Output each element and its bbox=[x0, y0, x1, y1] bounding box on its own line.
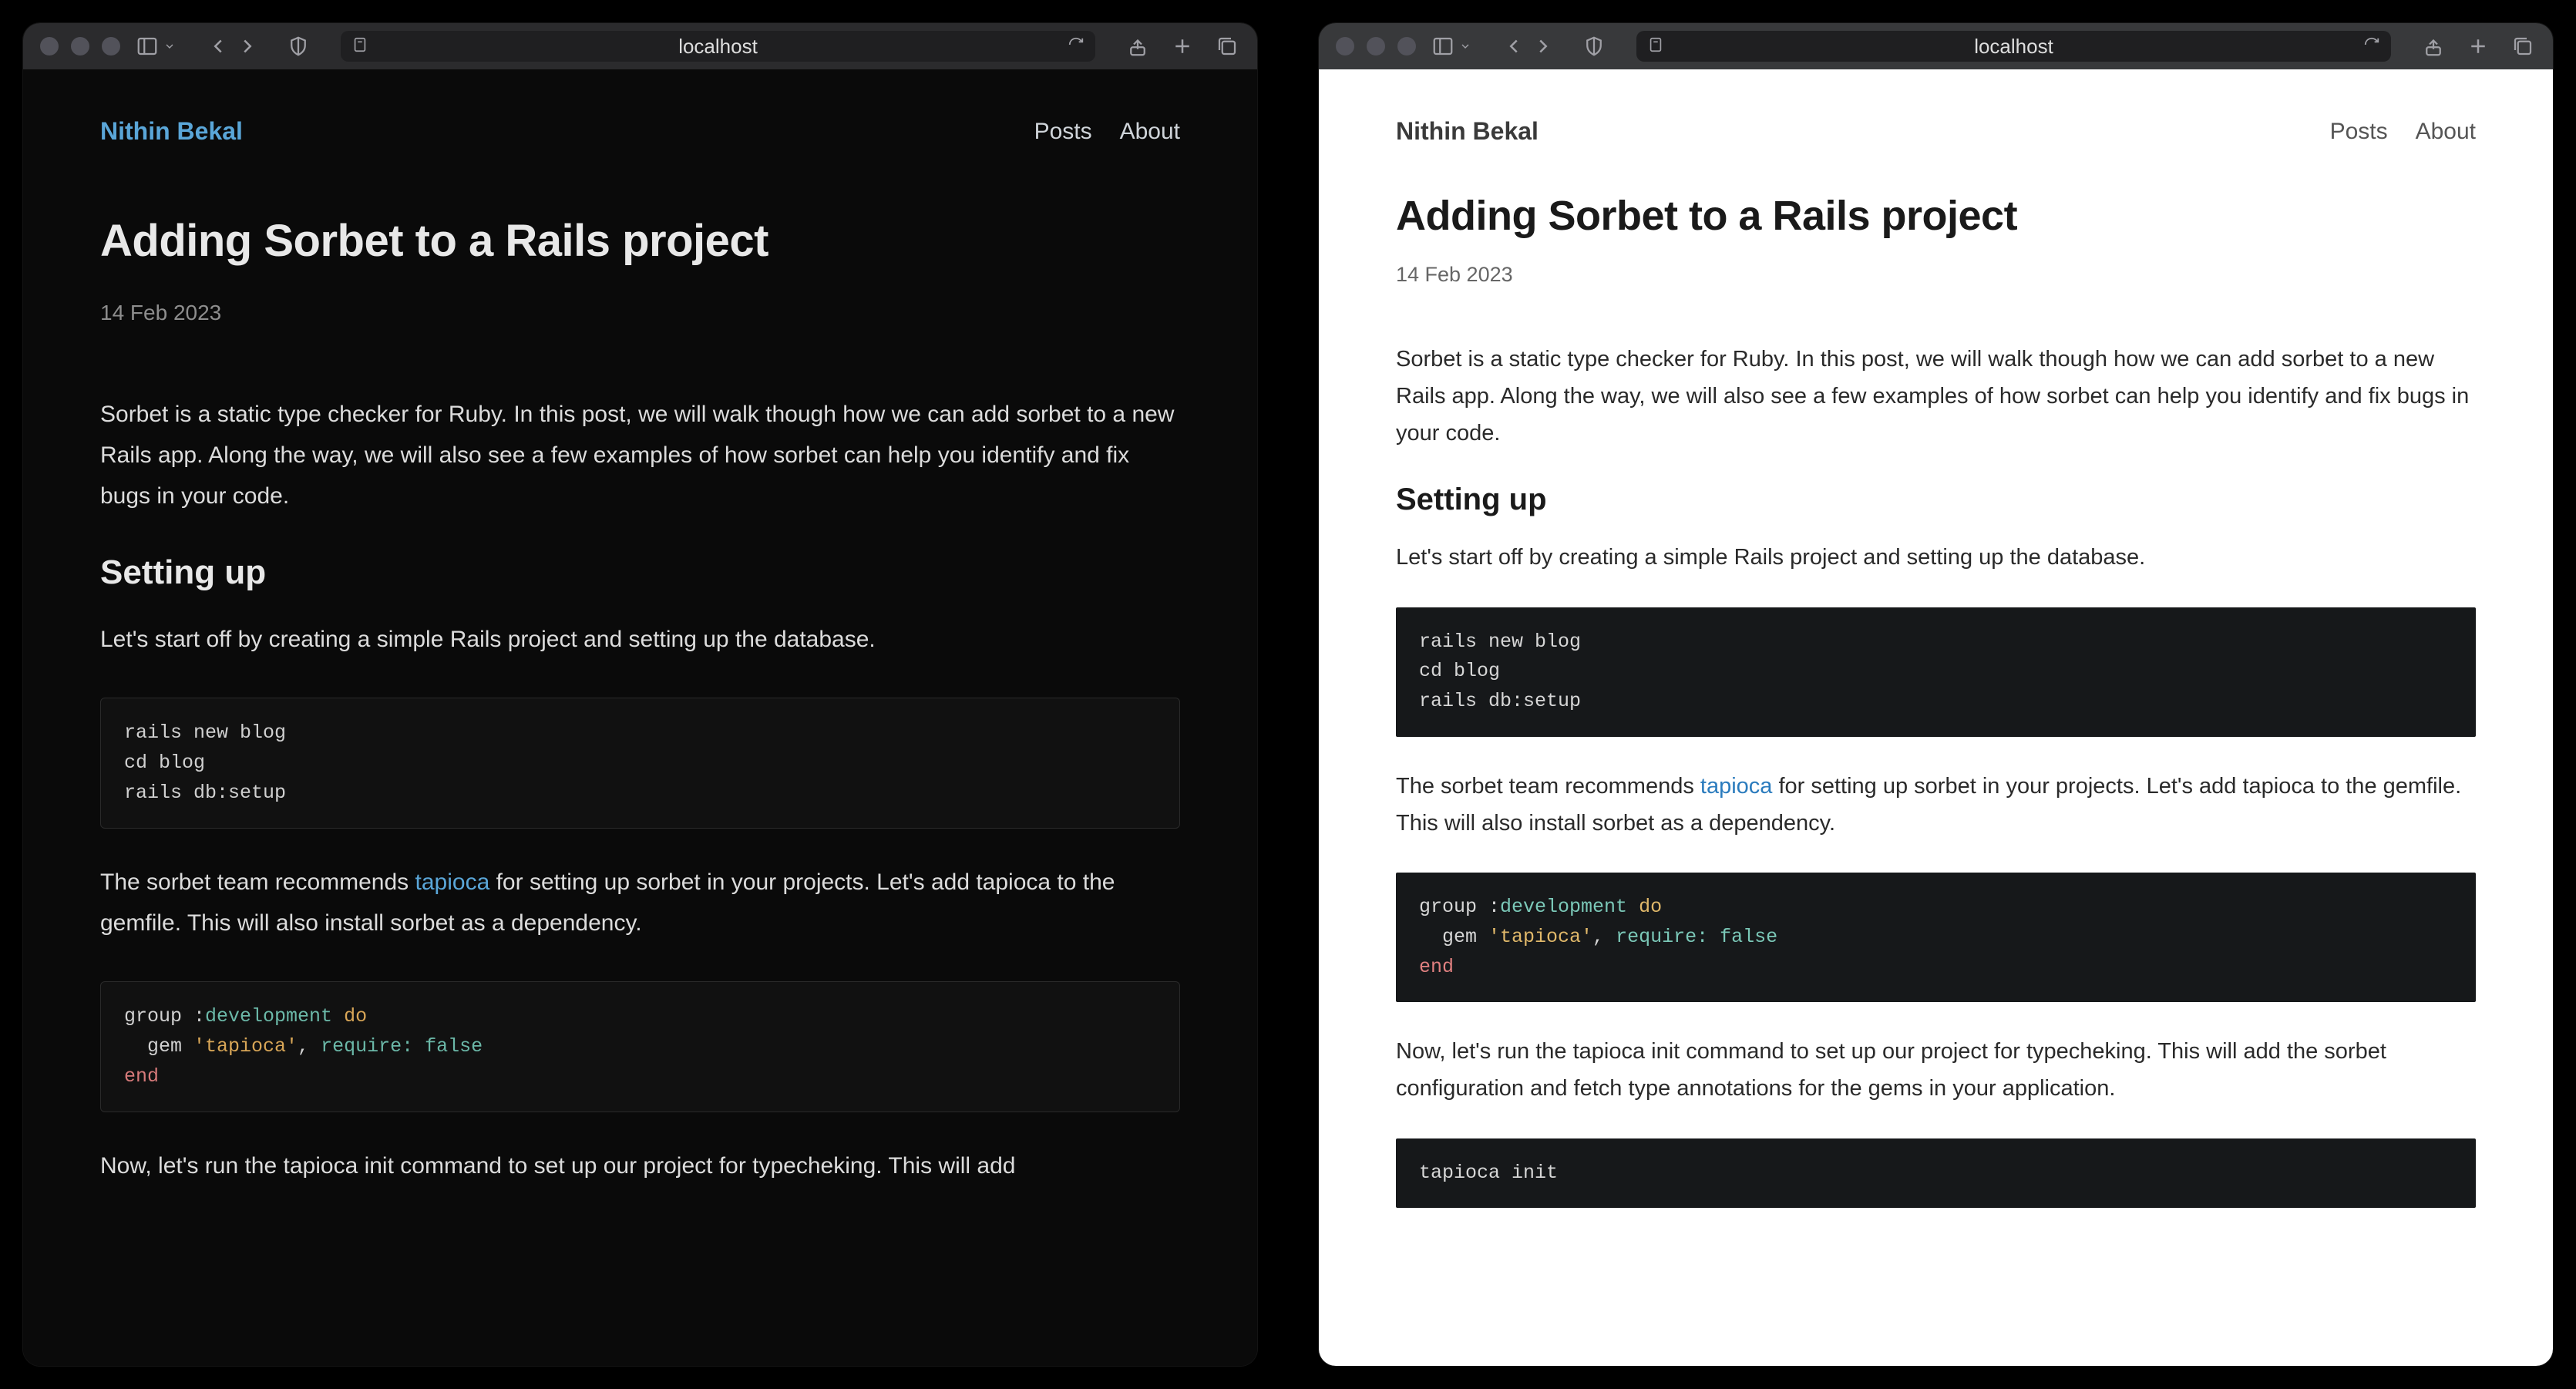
site-settings-icon[interactable] bbox=[351, 36, 368, 57]
nav-about[interactable]: About bbox=[2416, 119, 2476, 145]
shield-icon[interactable] bbox=[285, 33, 311, 59]
share-icon[interactable] bbox=[2420, 33, 2447, 59]
post-date: 14 Feb 2023 bbox=[1396, 263, 2476, 287]
tapioca-paragraph: The sorbet team recommends tapioca for s… bbox=[100, 863, 1180, 944]
page-content: Nithin Bekal Posts About Adding Sorbet t… bbox=[1319, 69, 2553, 1366]
tapioca-link[interactable]: tapioca bbox=[415, 869, 490, 895]
sidebar-dropdown-icon[interactable] bbox=[1459, 40, 1471, 52]
sidebar-dropdown-icon[interactable] bbox=[163, 40, 176, 52]
traffic-lights bbox=[40, 37, 120, 55]
nav-posts[interactable]: Posts bbox=[1034, 119, 1092, 145]
nav-posts[interactable]: Posts bbox=[2330, 119, 2388, 145]
url-text: localhost bbox=[376, 35, 1060, 59]
reload-icon[interactable] bbox=[1068, 36, 1085, 57]
sidebar-toggle-icon[interactable] bbox=[134, 33, 160, 59]
back-icon[interactable] bbox=[205, 33, 231, 59]
reload-icon[interactable] bbox=[2363, 36, 2380, 57]
titlebar: localhost bbox=[23, 23, 1257, 69]
traffic-minimize[interactable] bbox=[1367, 37, 1385, 55]
post-date: 14 Feb 2023 bbox=[100, 301, 1180, 325]
code-block-gemfile: group :development do gem 'tapioca', req… bbox=[100, 981, 1180, 1112]
code-block-gemfile: group :development do gem 'tapioca', req… bbox=[1396, 873, 2476, 1002]
shield-icon[interactable] bbox=[1581, 33, 1607, 59]
back-icon[interactable] bbox=[1501, 33, 1527, 59]
heading-setting-up: Setting up bbox=[1396, 483, 2476, 517]
share-icon[interactable] bbox=[1125, 33, 1151, 59]
site-nav: Nithin Bekal Posts About bbox=[1396, 117, 2476, 146]
address-bar[interactable]: localhost bbox=[1636, 31, 2391, 62]
address-bar[interactable]: localhost bbox=[341, 31, 1095, 62]
traffic-minimize[interactable] bbox=[71, 37, 89, 55]
forward-icon[interactable] bbox=[1530, 33, 1556, 59]
tapioca-link[interactable]: tapioca bbox=[1700, 774, 1773, 799]
traffic-zoom[interactable] bbox=[1397, 37, 1416, 55]
intro-paragraph: Sorbet is a static type checker for Ruby… bbox=[1396, 341, 2476, 452]
browser-window-light: localhost Nithin Bekal Posts About bbox=[1319, 23, 2553, 1366]
heading-setting-up: Setting up bbox=[100, 553, 1180, 592]
code-block-tapioca-init: tapioca init bbox=[1396, 1138, 2476, 1209]
brand-link[interactable]: Nithin Bekal bbox=[1396, 117, 1539, 146]
traffic-close[interactable] bbox=[1336, 37, 1354, 55]
new-tab-icon[interactable] bbox=[2465, 33, 2491, 59]
setup-paragraph: Let's start off by creating a simple Rai… bbox=[100, 620, 1180, 661]
nav-about[interactable]: About bbox=[1120, 119, 1180, 145]
init-paragraph: Now, let's run the tapioca init command … bbox=[100, 1146, 1180, 1187]
brand-link[interactable]: Nithin Bekal bbox=[100, 117, 243, 146]
site-settings-icon[interactable] bbox=[1647, 36, 1664, 57]
titlebar: localhost bbox=[1319, 23, 2553, 69]
url-text: localhost bbox=[1672, 35, 2356, 59]
tabs-overview-icon[interactable] bbox=[2510, 33, 2536, 59]
new-tab-icon[interactable] bbox=[1169, 33, 1196, 59]
traffic-lights bbox=[1336, 37, 1416, 55]
setup-paragraph: Let's start off by creating a simple Rai… bbox=[1396, 539, 2476, 576]
code-block-rails-new: rails new blog cd blog rails db:setup bbox=[100, 698, 1180, 829]
init-paragraph: Now, let's run the tapioca init command … bbox=[1396, 1033, 2476, 1107]
intro-paragraph: Sorbet is a static type checker for Ruby… bbox=[100, 395, 1180, 516]
page-content: Nithin Bekal Posts About Adding Sorbet t… bbox=[23, 69, 1257, 1366]
site-nav: Nithin Bekal Posts About bbox=[100, 117, 1180, 146]
code-block-rails-new: rails new blog cd blog rails db:setup bbox=[1396, 607, 2476, 737]
traffic-close[interactable] bbox=[40, 37, 59, 55]
traffic-zoom[interactable] bbox=[102, 37, 120, 55]
post-title: Adding Sorbet to a Rails project bbox=[1396, 192, 2476, 240]
browser-window-dark: localhost Nithin Bekal Posts About bbox=[23, 23, 1257, 1366]
sidebar-toggle-icon[interactable] bbox=[1430, 33, 1456, 59]
forward-icon[interactable] bbox=[234, 33, 261, 59]
post-title: Adding Sorbet to a Rails project bbox=[100, 215, 1180, 267]
tapioca-paragraph: The sorbet team recommends tapioca for s… bbox=[1396, 768, 2476, 842]
tabs-overview-icon[interactable] bbox=[1214, 33, 1240, 59]
